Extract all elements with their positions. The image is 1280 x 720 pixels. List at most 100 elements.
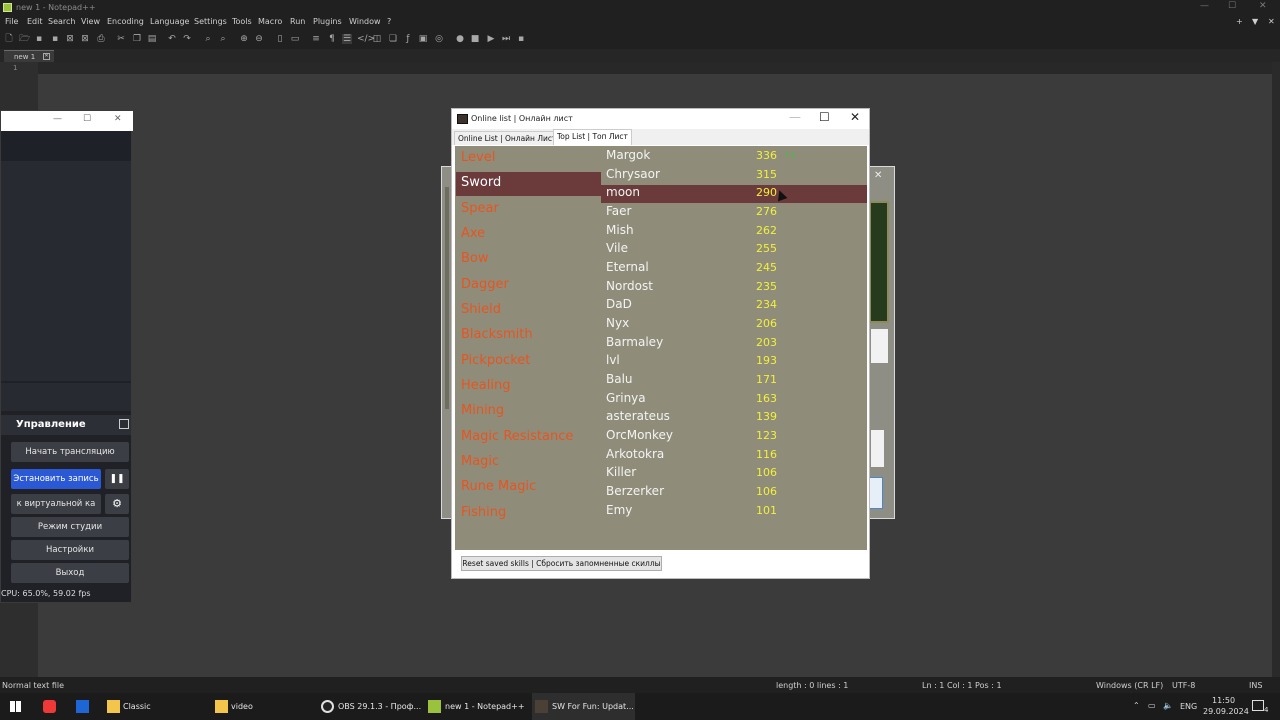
exit-button[interactable]: Выход	[11, 563, 129, 583]
menu-run[interactable]: Run	[290, 17, 305, 26]
folder-workspace-icon[interactable]: ▣	[418, 34, 428, 44]
clock-time[interactable]: 11:50	[1212, 696, 1235, 705]
player-name[interactable]: Balu	[606, 372, 633, 386]
taskbar-notepad[interactable]: new 1 - Notepad++	[425, 693, 528, 720]
menu-tools[interactable]: Tools	[232, 17, 252, 26]
skill-axe[interactable]: Axe	[461, 226, 485, 241]
doc-map-icon[interactable]: ◫	[372, 34, 382, 44]
player-name[interactable]: lvl	[606, 353, 620, 367]
show-hidden-icons-icon[interactable]: ⌃	[1133, 701, 1140, 710]
menu-help[interactable]: ?	[387, 17, 391, 26]
player-name[interactable]: Barmaley	[606, 335, 663, 349]
doc-list-icon[interactable]: ❏	[388, 34, 398, 44]
virtual-cam-settings-icon[interactable]: ⚙	[105, 494, 129, 514]
tab-top-list[interactable]: Top List | Топ Лист	[553, 129, 632, 145]
skill-rune-magic[interactable]: Rune Magic	[461, 479, 536, 494]
skill-blacksmith[interactable]: Blacksmith	[461, 327, 533, 342]
player-name[interactable]: DaD	[606, 297, 632, 311]
menu-language[interactable]: Language	[150, 17, 189, 26]
obs-maximize-icon[interactable]: ☐	[83, 114, 91, 124]
ow-maximize-icon[interactable]: ☐	[819, 110, 830, 124]
close-icon[interactable]: ✕	[1259, 1, 1267, 11]
tab-close-icon[interactable]: ✕	[43, 53, 50, 60]
play-macro-icon[interactable]: ▶	[486, 34, 496, 44]
lang-icon[interactable]: </>	[357, 34, 375, 44]
add-tab-icon[interactable]: +	[1236, 17, 1243, 26]
new-file-icon[interactable]: 🗋	[4, 34, 14, 44]
studio-mode-button[interactable]: Режим студии	[11, 517, 129, 537]
skill-level[interactable]: Level	[461, 150, 495, 165]
menu-window[interactable]: Window	[349, 17, 381, 26]
open-file-icon[interactable]: 🗁	[19, 34, 30, 44]
skill-sword[interactable]: Sword	[461, 175, 501, 190]
record-macro-icon[interactable]: ●	[455, 34, 465, 44]
maximize-icon[interactable]: ☐	[1228, 1, 1236, 11]
skill-spear[interactable]: Spear	[461, 201, 499, 216]
menu-search[interactable]: Search	[48, 17, 75, 26]
settings-button[interactable]: Настройки	[11, 540, 129, 560]
start-stream-button[interactable]: Начать трансляцию	[11, 442, 129, 462]
find-icon[interactable]: ⌕	[203, 34, 213, 44]
zoom-in-icon[interactable]: ⊕	[239, 34, 249, 44]
tab-online-list[interactable]: Online List | Онлайн Лист	[454, 131, 561, 145]
zoom-out-icon[interactable]: ⊖	[254, 34, 264, 44]
taskbar-classic[interactable]: Classic	[103, 693, 206, 720]
close-tab-icon[interactable]: ✕	[1268, 17, 1275, 26]
tab-list-icon[interactable]: ▼	[1252, 17, 1258, 26]
skill-shield[interactable]: Shield	[461, 302, 501, 317]
taskbar-app[interactable]	[70, 693, 96, 720]
player-name[interactable]: moon	[606, 185, 640, 199]
player-name[interactable]: Chrysaor	[606, 167, 660, 181]
redo-icon[interactable]: ↷	[182, 34, 192, 44]
skill-magic-resistance[interactable]: Magic Resistance	[461, 429, 573, 444]
undock-icon[interactable]	[119, 419, 129, 429]
player-name[interactable]: Grinya	[606, 391, 646, 405]
run-macro-multiple-icon[interactable]: ⏭	[501, 34, 511, 44]
start-button[interactable]	[0, 693, 32, 720]
player-name[interactable]: Emy	[606, 503, 632, 517]
stop-record-button[interactable]: Эстановить запись	[11, 469, 101, 489]
taskbar-obs[interactable]: OBS 29.1.3 - Проф...	[318, 693, 421, 720]
skill-fishing[interactable]: Fishing	[461, 505, 506, 520]
menu-plugins[interactable]: Plugins	[313, 17, 342, 26]
player-name[interactable]: Killer	[606, 465, 636, 479]
menu-view[interactable]: View	[81, 17, 100, 26]
skill-pickpocket[interactable]: Pickpocket	[461, 353, 530, 368]
ow-minimize-icon[interactable]: —	[789, 110, 801, 124]
save-macro-icon[interactable]: ▪	[516, 34, 526, 44]
paste-icon[interactable]: ▤	[147, 34, 157, 44]
taskbar-game[interactable]: SW For Fun: Updat...	[532, 693, 635, 720]
player-name[interactable]: Mish	[606, 223, 634, 237]
indent-guide-icon[interactable]: ☰	[342, 34, 352, 44]
obs-minimize-icon[interactable]: —	[53, 114, 62, 124]
player-name[interactable]: Vile	[606, 241, 628, 255]
sync-vertical-icon[interactable]: ▯	[275, 34, 285, 44]
copy-icon[interactable]: ❐	[132, 34, 142, 44]
player-name[interactable]: Eternal	[606, 260, 649, 274]
close-file-icon[interactable]: ⊠	[65, 34, 75, 44]
stop-macro-icon[interactable]: ■	[470, 34, 480, 44]
player-name[interactable]: Faer	[606, 204, 631, 218]
player-name[interactable]: Nordost	[606, 279, 653, 293]
volume-icon[interactable]: 🔈	[1163, 701, 1173, 710]
replace-icon[interactable]: ⌕	[218, 34, 228, 44]
taskbar-vivaldi[interactable]	[37, 693, 63, 720]
sync-horizontal-icon[interactable]: ▭	[290, 34, 300, 44]
save-all-icon[interactable]: ▪	[50, 34, 60, 44]
save-icon[interactable]: ▪	[34, 34, 44, 44]
tab-new-1[interactable]: new 1 ✕	[4, 50, 54, 62]
editor-scrollbar[interactable]	[1272, 62, 1280, 677]
language-indicator[interactable]: ENG	[1180, 702, 1197, 711]
notification-icon[interactable]	[1252, 700, 1264, 711]
network-icon[interactable]: ▭	[1148, 701, 1156, 710]
menu-encoding[interactable]: Encoding	[107, 17, 144, 26]
player-name[interactable]: Arkotokra	[606, 447, 664, 461]
player-name[interactable]: Margok	[606, 148, 650, 162]
menu-settings[interactable]: Settings	[194, 17, 227, 26]
menu-edit[interactable]: Edit	[27, 17, 43, 26]
taskbar-video[interactable]: video	[211, 693, 314, 720]
player-name[interactable]: asterateus	[606, 409, 670, 423]
function-list-icon[interactable]: ƒ	[403, 34, 413, 44]
pause-record-button[interactable]: ❚❚	[105, 469, 129, 489]
game-close-icon[interactable]: ✕	[874, 170, 882, 181]
